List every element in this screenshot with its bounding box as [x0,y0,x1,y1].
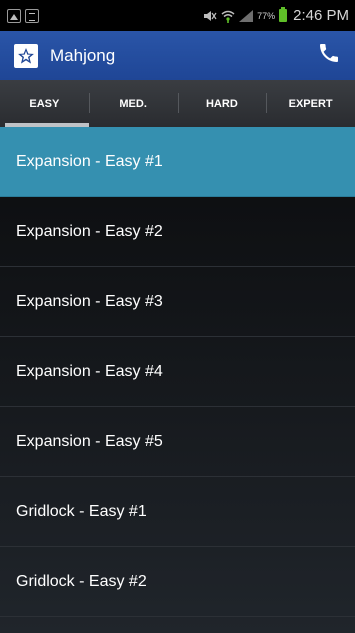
battery-icon [279,7,288,22]
tab-easy[interactable]: EASY [0,80,89,127]
status-bar: 77% 2:46 PM [0,0,355,31]
list-item[interactable]: Gridlock - Easy #1 [0,477,355,547]
phone-icon [317,41,341,70]
list-item[interactable]: Expansion - Easy #3 [0,267,355,337]
signal-icon [239,9,254,22]
app-title: Mahjong [50,45,116,65]
list-item[interactable]: Expansion - Easy #4 [0,337,355,407]
difficulty-tabs: EASY MED. HARD EXPERT [0,80,355,127]
action-bar: Mahjong [0,31,355,80]
list-item[interactable]: Expansion - Easy #2 [0,197,355,267]
mahjong-star-logo-icon[interactable] [14,43,38,68]
list-item[interactable]: Expansion - Easy #5 [0,407,355,477]
tab-expert[interactable]: EXPERT [266,80,355,127]
list-item-label: Expansion - Easy #3 [16,292,163,310]
list-item-label: Expansion - Easy #4 [16,362,163,380]
list-item-label: Expansion - Easy #1 [16,152,163,170]
tab-label: EXPERT [288,97,333,110]
document-icon [25,8,39,23]
phone-button[interactable] [315,42,343,70]
list-item[interactable]: Expansion - Easy #1 [0,127,355,197]
list-item-label: Gridlock - Easy #1 [16,502,147,520]
list-item-label: Expansion - Easy #2 [16,222,163,240]
clock: 2:46 PM [293,7,349,24]
gallery-icon [7,8,21,23]
battery-percent: 77% [257,10,276,21]
status-left-icons [0,8,39,23]
status-right: 77% 2:46 PM [203,7,355,24]
tab-label: HARD [205,97,238,110]
tab-hard[interactable]: HARD [177,80,267,127]
wifi-icon [221,9,235,23]
list-item-label: Gridlock - Easy #2 [16,572,147,590]
list-item-label: Expansion - Easy #5 [16,432,163,450]
list-item[interactable]: Gridlock - Easy #2 [0,547,355,617]
tab-medium[interactable]: MED. [88,80,178,127]
tab-label: EASY [29,97,60,110]
mute-icon [203,10,217,22]
tab-label: MED. [119,97,147,110]
puzzle-list: Expansion - Easy #1 Expansion - Easy #2 … [0,127,355,633]
